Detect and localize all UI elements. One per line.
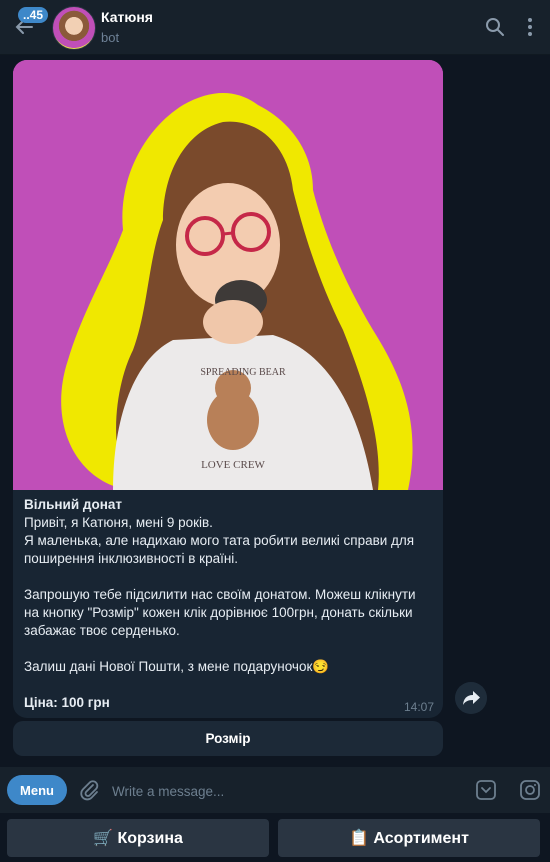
message-input[interactable] bbox=[110, 777, 454, 805]
price-label: Ціна: 100 грн bbox=[24, 695, 110, 710]
caption-paragraph: Залиш дані Нової Пошти, з мене подаруноч… bbox=[24, 659, 330, 674]
camera-icon[interactable] bbox=[518, 778, 542, 802]
message-photo[interactable]: SPREADING BEAR LOVE CREW bbox=[13, 60, 443, 490]
caption-title: Вільний донат bbox=[24, 497, 122, 512]
bot-keyboard-icon[interactable] bbox=[474, 778, 498, 802]
avatar[interactable] bbox=[52, 6, 96, 50]
unread-count-badge: ..45 bbox=[18, 7, 49, 23]
caption-paragraph: Запрошую тебе підсилити нас своїм донато… bbox=[24, 587, 416, 638]
message-caption: Вільний донат Привіт, я Катюня, мені 9 р… bbox=[24, 496, 434, 712]
photo-text-line1: SPREADING BEAR bbox=[200, 367, 286, 378]
chat-subtitle: bot bbox=[101, 30, 120, 45]
search-icon[interactable] bbox=[483, 15, 507, 39]
message-composer: Menu bbox=[0, 767, 550, 813]
bot-keyboard: 🛒 Корзина 📋 Асортимент bbox=[0, 813, 550, 862]
message-time: 14:07 bbox=[403, 700, 434, 714]
caption-line: Привіт, я Катюня, мені 9 років. bbox=[24, 515, 213, 530]
cart-button[interactable]: 🛒 Корзина bbox=[7, 819, 269, 857]
forward-icon[interactable] bbox=[455, 682, 487, 714]
chat-title[interactable]: Катюня bbox=[101, 9, 153, 25]
photo-text-line2: LOVE CREW bbox=[201, 459, 265, 471]
menu-button[interactable]: Menu bbox=[7, 775, 67, 805]
assortment-button[interactable]: 📋 Асортимент bbox=[278, 819, 540, 857]
inline-button-size[interactable]: Розмір bbox=[13, 721, 443, 756]
caption-line: Я маленька, але надихаю мого тата робити… bbox=[24, 533, 415, 566]
chat-header: ..45 Катюня bot bbox=[0, 0, 550, 55]
message-bubble: SPREADING BEAR LOVE CREW Вільний донат П… bbox=[13, 60, 443, 718]
more-vertical-icon[interactable] bbox=[518, 15, 542, 39]
attach-icon[interactable] bbox=[77, 778, 101, 802]
